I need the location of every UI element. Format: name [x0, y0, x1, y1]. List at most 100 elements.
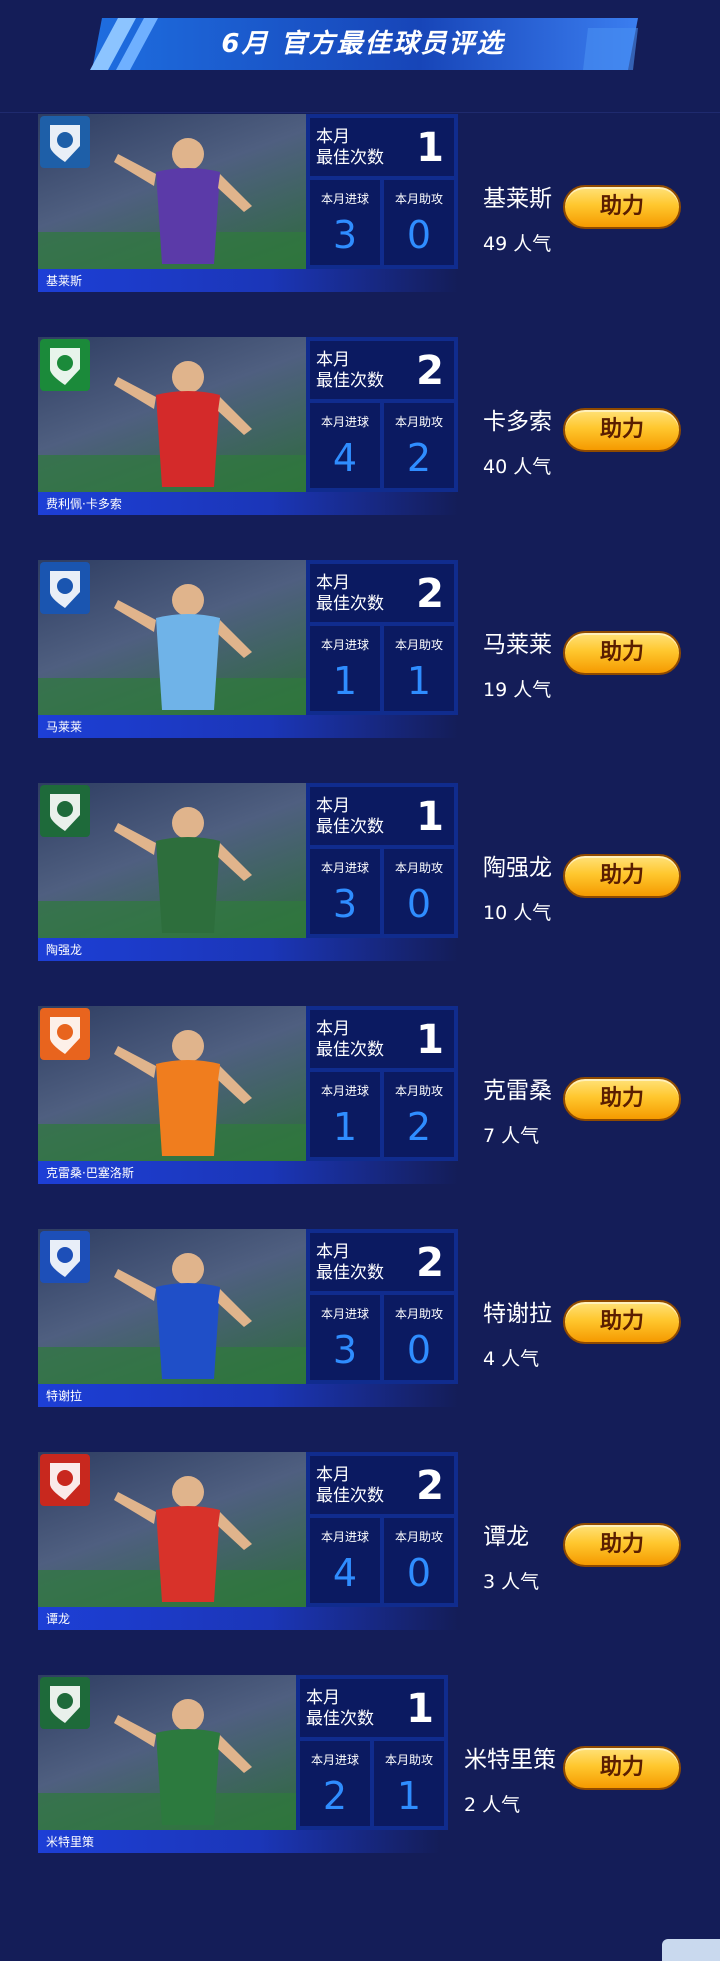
assists-cell: 本月助攻 0: [384, 1518, 454, 1603]
goals-label: 本月进球: [320, 1084, 369, 1098]
goals-value: 1: [332, 659, 358, 703]
assists-label: 本月助攻: [394, 1084, 443, 1098]
popularity-count: 40 人气: [483, 456, 552, 478]
player-name-bar: 基莱斯: [38, 269, 458, 292]
club-badge-icon: [40, 562, 90, 614]
best-count-label: 本月 最佳次数: [316, 1242, 384, 1283]
best-count-box: 本月 最佳次数 2: [310, 341, 454, 399]
stats-panel: 本月 最佳次数 1 本月进球 2 本月助攻 1: [296, 1675, 448, 1830]
assists-value: 1: [406, 659, 432, 703]
best-count-label: 本月 最佳次数: [316, 1019, 384, 1060]
assists-cell: 本月助攻 0: [384, 180, 454, 265]
boost-button[interactable]: 助力: [563, 1523, 681, 1567]
player-photo: [38, 1006, 306, 1161]
assists-value: 2: [406, 1105, 432, 1149]
player-short-name: 克雷桑: [483, 1078, 552, 1104]
best-count-label: 本月 最佳次数: [306, 1688, 374, 1729]
club-badge-icon: [40, 1677, 90, 1729]
best-count-value: 1: [406, 1686, 434, 1732]
assists-cell: 本月助攻 1: [384, 626, 454, 711]
best-count-label: 本月 最佳次数: [316, 796, 384, 837]
player-card: 陶强龙 本月 最佳次数 1 本月进球 3 本月助攻 0: [38, 783, 458, 963]
boost-button[interactable]: 助力: [563, 854, 681, 898]
assists-cell: 本月助攻 0: [384, 849, 454, 934]
boost-button[interactable]: 助力: [563, 185, 681, 229]
player-full-name: 马莱莱: [46, 720, 83, 734]
goals-value: 1: [332, 1105, 358, 1149]
goals-value: 3: [332, 882, 358, 926]
goals-cell: 本月进球 1: [310, 1072, 380, 1157]
best-count-label: 本月 最佳次数: [316, 573, 384, 614]
stats-panel: 本月 最佳次数 2 本月进球 4 本月助攻 0: [306, 1452, 458, 1607]
goals-label: 本月进球: [320, 1530, 369, 1544]
boost-button[interactable]: 助力: [563, 1300, 681, 1344]
player-name-bar: 陶强龙: [38, 938, 458, 961]
corner-thumbnail: [662, 1939, 720, 1961]
boost-button-label: 助力: [599, 640, 644, 665]
best-count-value: 2: [416, 1240, 444, 1286]
player-photo: [38, 783, 306, 938]
player-photo: [38, 560, 306, 715]
assists-value: 2: [406, 436, 432, 480]
page-title: 6月 官方最佳球员评选: [221, 29, 505, 59]
assists-label: 本月助攻: [394, 861, 443, 875]
goals-label: 本月进球: [320, 1307, 369, 1321]
best-count-box: 本月 最佳次数 1: [300, 1679, 444, 1737]
player-name-bar: 谭龙: [38, 1607, 458, 1630]
best-count-box: 本月 最佳次数 1: [310, 118, 454, 176]
goals-cell: 本月进球 3: [310, 849, 380, 934]
best-count-value: 1: [416, 125, 444, 171]
player-full-name: 特谢拉: [46, 1389, 83, 1403]
goals-cell: 本月进球 3: [310, 1295, 380, 1380]
player-photo: [38, 1675, 296, 1830]
goals-value: 3: [332, 213, 358, 257]
assists-value: 0: [406, 1328, 432, 1372]
best-count-box: 本月 最佳次数 2: [310, 1233, 454, 1291]
goals-cell: 本月进球 4: [310, 403, 380, 488]
player-short-name: 谭龙: [483, 1524, 529, 1550]
goals-label: 本月进球: [310, 1753, 359, 1767]
assists-cell: 本月助攻 2: [384, 403, 454, 488]
boost-button-label: 助力: [599, 1086, 644, 1111]
stats-panel: 本月 最佳次数 1 本月进球 3 本月助攻 0: [306, 114, 458, 269]
assists-label: 本月助攻: [394, 1530, 443, 1544]
goals-cell: 本月进球 1: [310, 626, 380, 711]
assists-value: 0: [406, 1551, 432, 1595]
player-card: 克雷桑·巴塞洛斯 本月 最佳次数 1 本月进球 1 本月助攻 2: [38, 1006, 458, 1186]
stats-panel: 本月 最佳次数 1 本月进球 1 本月助攻 2: [306, 1006, 458, 1161]
player-card: 费利佩·卡多索 本月 最佳次数 2 本月进球 4 本月助攻 2: [38, 337, 458, 517]
best-count-value: 2: [416, 571, 444, 617]
best-count-value: 1: [416, 1017, 444, 1063]
player-full-name: 费利佩·卡多索: [46, 497, 122, 511]
popularity-count: 19 人气: [483, 679, 552, 701]
player-name-bar: 特谢拉: [38, 1384, 458, 1407]
best-count-box: 本月 最佳次数 1: [310, 1010, 454, 1068]
player-card: 谭龙 本月 最佳次数 2 本月进球 4 本月助攻 0: [38, 1452, 458, 1632]
popularity-count: 2 人气: [464, 1794, 521, 1816]
stats-panel: 本月 最佳次数 1 本月进球 3 本月助攻 0: [306, 783, 458, 938]
player-short-name: 基莱斯: [483, 186, 552, 212]
best-count-value: 2: [416, 1463, 444, 1509]
boost-button[interactable]: 助力: [563, 1746, 681, 1790]
player-card: 米特里策 本月 最佳次数 1 本月进球 2 本月助攻 1: [38, 1675, 458, 1855]
boost-button[interactable]: 助力: [563, 1077, 681, 1121]
goals-value: 4: [332, 436, 358, 480]
player-card: 基莱斯 本月 最佳次数 1 本月进球 3 本月助攻 0: [38, 114, 458, 294]
goals-value: 3: [332, 1328, 358, 1372]
assists-value: 0: [406, 882, 432, 926]
boost-button-label: 助力: [599, 194, 644, 219]
popularity-count: 7 人气: [483, 1125, 540, 1147]
best-count-label: 本月 最佳次数: [316, 350, 384, 391]
boost-button[interactable]: 助力: [563, 408, 681, 452]
popularity-count: 4 人气: [483, 1348, 540, 1370]
player-full-name: 基莱斯: [46, 274, 83, 288]
player-name-bar: 费利佩·卡多索: [38, 492, 458, 515]
goals-cell: 本月进球 3: [310, 180, 380, 265]
player-photo: [38, 1229, 306, 1384]
boost-button[interactable]: 助力: [563, 631, 681, 675]
club-badge-icon: [40, 785, 90, 837]
stats-panel: 本月 最佳次数 2 本月进球 4 本月助攻 2: [306, 337, 458, 492]
assists-cell: 本月助攻 1: [374, 1741, 444, 1826]
goals-cell: 本月进球 4: [310, 1518, 380, 1603]
popularity-count: 3 人气: [483, 1571, 540, 1593]
